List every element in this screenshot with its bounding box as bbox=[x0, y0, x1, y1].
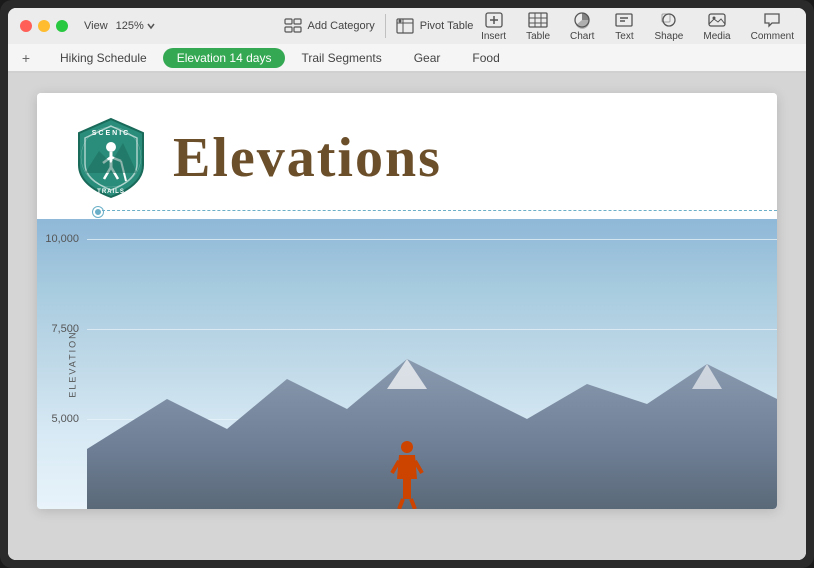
add-tab-button[interactable]: + bbox=[16, 48, 36, 68]
mountain-svg bbox=[87, 309, 777, 509]
app-window: View 125% Add Category bbox=[8, 8, 806, 560]
y-label-5000: 5,000 bbox=[43, 413, 79, 425]
tab-gear[interactable]: Gear bbox=[398, 47, 457, 69]
shape-button[interactable]: Shape bbox=[654, 11, 683, 42]
comment-button[interactable]: Comment bbox=[751, 11, 794, 42]
title-area: Elevations bbox=[173, 126, 442, 190]
table-button[interactable]: Table bbox=[526, 11, 550, 42]
separator bbox=[385, 14, 386, 38]
zoom-control[interactable]: 125% bbox=[116, 20, 156, 32]
text-label: Text bbox=[615, 31, 633, 42]
comment-icon bbox=[762, 11, 782, 29]
slide: SCENIC TRAILS Elevations bbox=[37, 93, 777, 509]
media-button[interactable]: Media bbox=[703, 11, 730, 42]
elevation-axis-label: ELEVATION bbox=[68, 330, 78, 397]
maximize-button[interactable] bbox=[56, 20, 68, 32]
insert-button[interactable]: Insert bbox=[481, 11, 506, 42]
toolbar-right: Insert Table bbox=[481, 11, 794, 42]
chart-area: 10,000 7,500 5,000 ELEVATION bbox=[37, 219, 777, 509]
toolbar: View 125% Add Category bbox=[8, 8, 806, 73]
text-button[interactable]: Text bbox=[614, 11, 634, 42]
y-label-10000: 10,000 bbox=[43, 233, 79, 245]
person-silhouette bbox=[387, 439, 427, 509]
media-icon bbox=[707, 11, 727, 29]
media-label: Media bbox=[703, 31, 730, 42]
view-label: View bbox=[84, 20, 108, 32]
insert-label: Insert bbox=[481, 31, 506, 42]
tab-elevation-14-days[interactable]: Elevation 14 days bbox=[163, 48, 286, 68]
logo-area: SCENIC TRAILS bbox=[67, 113, 157, 203]
add-category-icon bbox=[284, 18, 302, 34]
pivot-table-icon bbox=[396, 18, 414, 34]
add-category-label[interactable]: Add Category bbox=[308, 20, 375, 32]
table-label: Table bbox=[526, 31, 550, 42]
text-icon bbox=[614, 11, 634, 29]
svg-text:TRAILS: TRAILS bbox=[97, 189, 125, 195]
svg-text:SCENIC: SCENIC bbox=[92, 130, 130, 137]
tab-hiking-schedule[interactable]: Hiking Schedule bbox=[44, 47, 163, 69]
minimize-button[interactable] bbox=[38, 20, 50, 32]
pivot-table-label[interactable]: Pivot Table bbox=[420, 20, 474, 32]
tabs-bar: + Hiking Schedule Elevation 14 days Trai… bbox=[8, 44, 806, 72]
document-area: SCENIC TRAILS Elevations bbox=[8, 73, 806, 560]
close-button[interactable] bbox=[20, 20, 32, 32]
logo-svg: SCENIC TRAILS bbox=[67, 113, 155, 201]
shape-label: Shape bbox=[654, 31, 683, 42]
main-content: SCENIC TRAILS Elevations bbox=[8, 73, 806, 560]
slide-header: SCENIC TRAILS Elevations bbox=[37, 93, 777, 219]
grid-line-10000 bbox=[87, 239, 777, 240]
tab-trail-segments[interactable]: Trail Segments bbox=[285, 47, 397, 69]
table-icon bbox=[528, 11, 548, 29]
chevron-down-icon bbox=[146, 21, 156, 31]
insert-icon bbox=[484, 11, 504, 29]
chart-label: Chart bbox=[570, 31, 594, 42]
tab-food[interactable]: Food bbox=[456, 47, 515, 69]
comment-label: Comment bbox=[751, 31, 794, 42]
shape-icon bbox=[659, 11, 679, 29]
device-frame: View 125% Add Category bbox=[0, 0, 814, 568]
slide-title: Elevations bbox=[173, 127, 442, 189]
window-controls bbox=[20, 20, 68, 32]
dot-handle bbox=[93, 207, 103, 217]
chart-button[interactable]: Chart bbox=[570, 11, 594, 42]
dashed-line bbox=[97, 210, 777, 211]
chart-icon bbox=[572, 11, 592, 29]
zoom-value: 125% bbox=[116, 20, 144, 32]
